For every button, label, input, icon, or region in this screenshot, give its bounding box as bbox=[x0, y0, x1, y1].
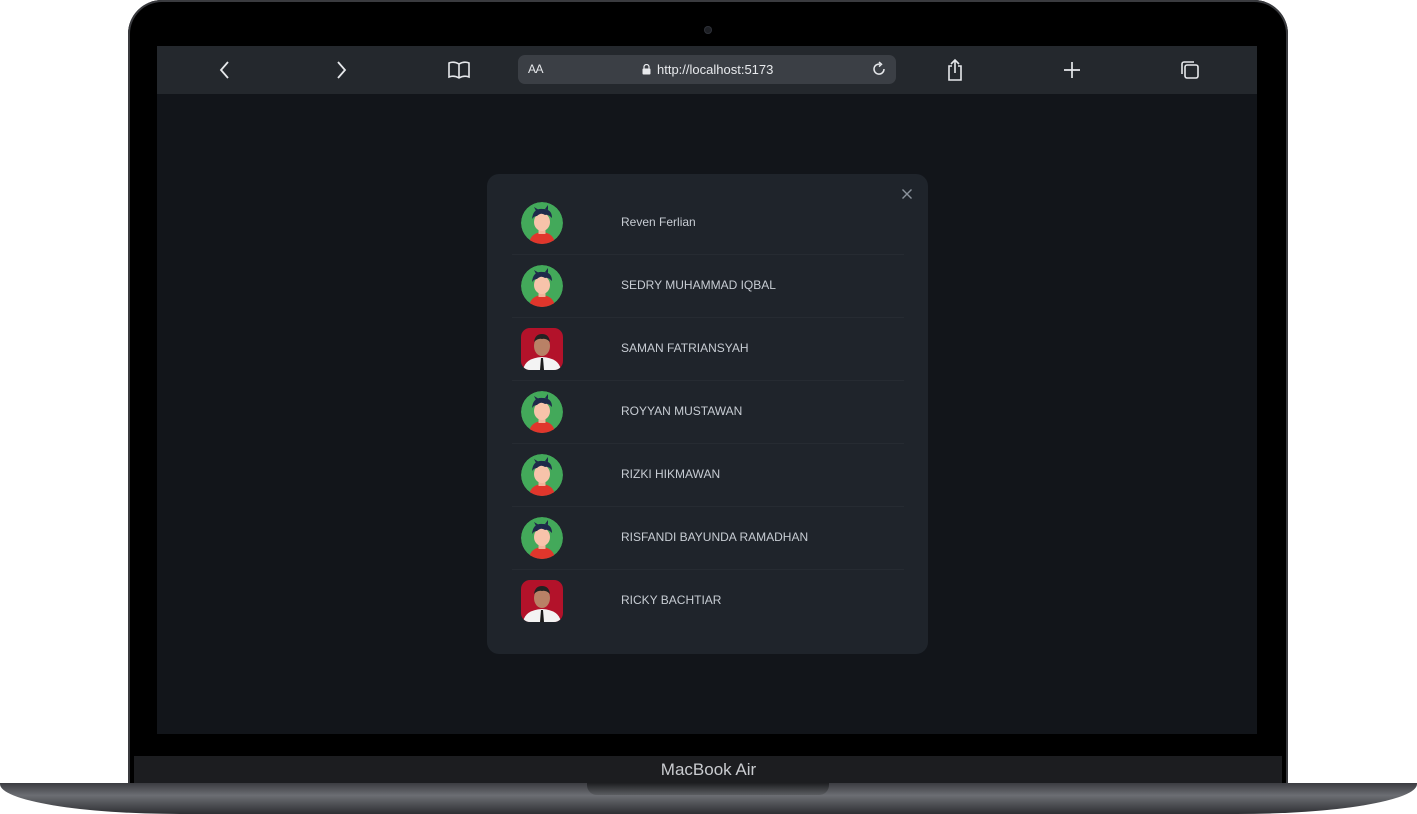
address-bar[interactable]: AA http://localhost:5173 bbox=[518, 55, 896, 84]
url-text: http://localhost:5173 bbox=[657, 62, 774, 77]
reload-icon[interactable] bbox=[870, 60, 888, 78]
user-name: RISFANDI BAYUNDA RAMADHAN bbox=[621, 530, 809, 544]
back-button[interactable] bbox=[213, 58, 237, 82]
camera-icon bbox=[704, 26, 712, 34]
new-tab-button[interactable] bbox=[1060, 58, 1084, 82]
user-list-modal: Reven Ferlian SEDRY MUHAMMAD IQBAL SAMAN… bbox=[487, 174, 928, 654]
list-item[interactable]: Reven Ferlian bbox=[512, 192, 904, 255]
user-name: RICKY BACHTIAR bbox=[621, 593, 722, 607]
list-item[interactable]: SAMAN FATRIANSYAH bbox=[512, 318, 904, 381]
laptop-notch bbox=[587, 783, 829, 795]
list-item[interactable]: ROYYAN MUSTAWAN bbox=[512, 381, 904, 444]
avatar bbox=[521, 454, 563, 496]
forward-button[interactable] bbox=[329, 58, 353, 82]
user-name: ROYYAN MUSTAWAN bbox=[621, 404, 743, 418]
avatar bbox=[521, 202, 563, 244]
plus-icon bbox=[1064, 62, 1080, 78]
book-icon bbox=[448, 61, 470, 79]
chevron-left-icon bbox=[219, 61, 229, 79]
user-name: Reven Ferlian bbox=[621, 215, 696, 229]
user-name: SEDRY MUHAMMAD IQBAL bbox=[621, 278, 776, 292]
lock-icon bbox=[642, 64, 651, 75]
browser-window: AA http://localhost:5173 Reven Ferlian S… bbox=[157, 46, 1257, 734]
user-name: RIZKI HIKMAWAN bbox=[621, 467, 721, 481]
list-item[interactable]: RIZKI HIKMAWAN bbox=[512, 444, 904, 507]
avatar bbox=[521, 265, 563, 307]
reader-aa-button[interactable]: AA bbox=[528, 62, 544, 76]
browser-toolbar: AA http://localhost:5173 bbox=[157, 46, 1257, 94]
share-button[interactable] bbox=[943, 58, 967, 82]
avatar bbox=[521, 391, 563, 433]
chevron-right-icon bbox=[337, 61, 347, 79]
tabs-overview-button[interactable] bbox=[1178, 58, 1202, 82]
share-icon bbox=[948, 58, 962, 81]
device-label: MacBook Air bbox=[660, 760, 757, 779]
bookmarks-button[interactable] bbox=[447, 58, 471, 82]
avatar bbox=[521, 580, 563, 622]
user-name: SAMAN FATRIANSYAH bbox=[621, 341, 749, 355]
list-item[interactable]: RISFANDI BAYUNDA RAMADHAN bbox=[512, 507, 904, 570]
list-item[interactable]: RICKY BACHTIAR bbox=[512, 570, 904, 632]
avatar bbox=[521, 517, 563, 559]
tabs-icon bbox=[1181, 61, 1199, 79]
user-list: Reven Ferlian SEDRY MUHAMMAD IQBAL SAMAN… bbox=[512, 192, 904, 632]
list-item[interactable]: SEDRY MUHAMMAD IQBAL bbox=[512, 255, 904, 318]
avatar bbox=[521, 328, 563, 370]
